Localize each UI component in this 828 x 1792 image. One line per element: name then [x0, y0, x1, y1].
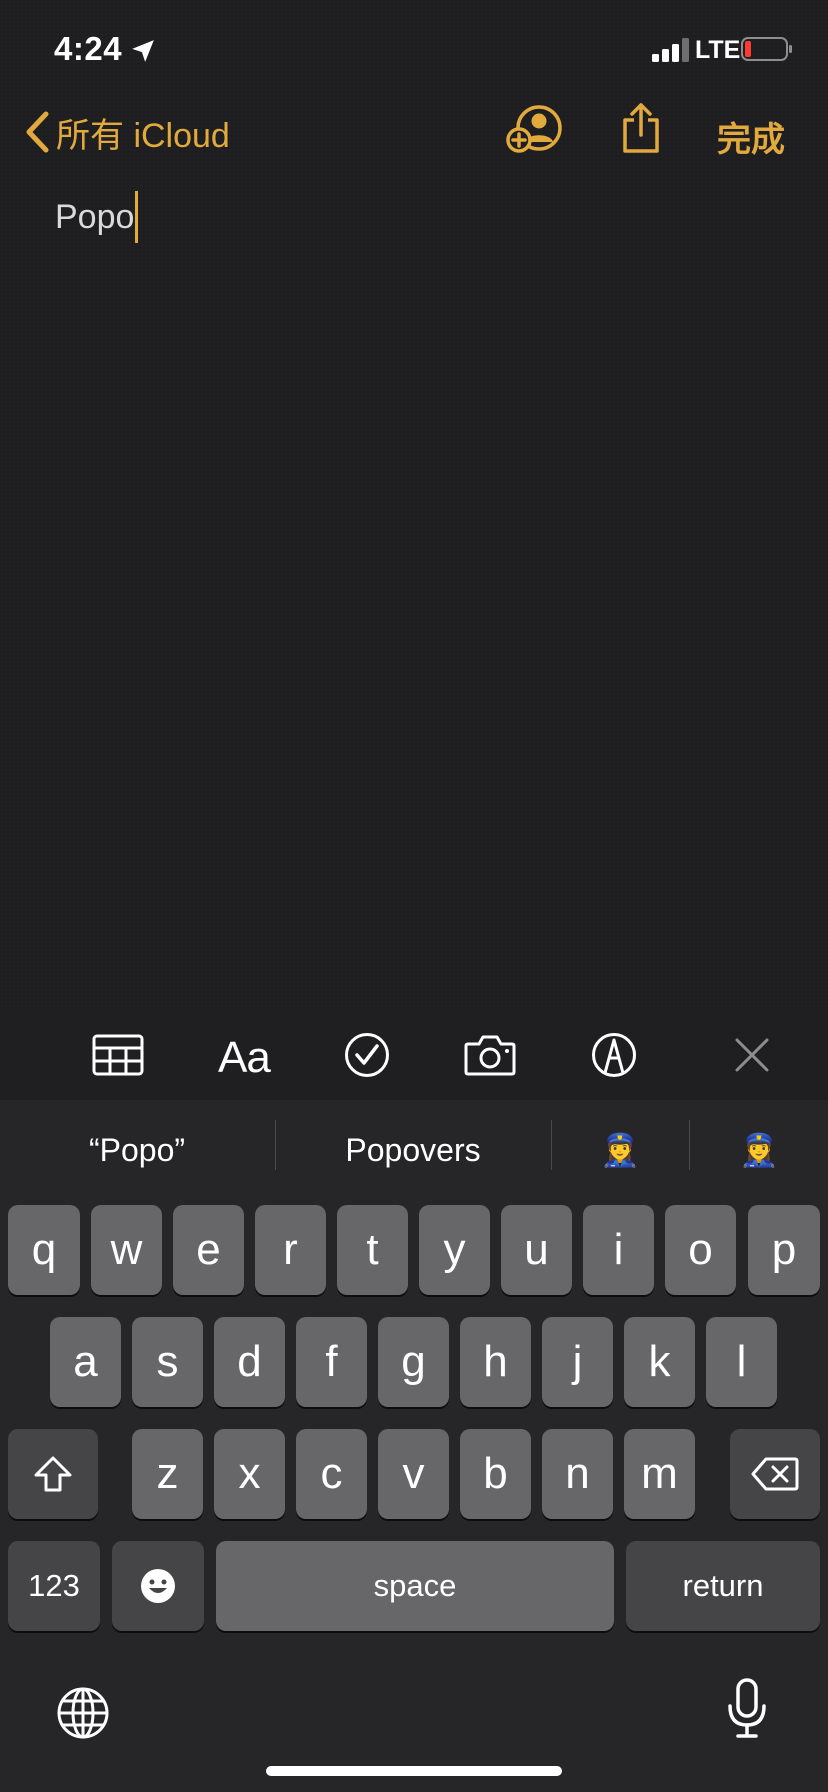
key-h[interactable]: h	[460, 1317, 531, 1407]
back-label: 所有 iCloud	[56, 116, 230, 155]
note-text: Popo	[55, 197, 135, 236]
key-r[interactable]: r	[255, 1205, 326, 1295]
chevron-left-icon	[26, 111, 49, 153]
suggestion-3[interactable]: 👮‍♀️	[552, 1125, 688, 1175]
back-button[interactable]: 所有 iCloud	[24, 108, 230, 156]
key-d[interactable]: d	[214, 1317, 285, 1407]
return-key[interactable]: return	[626, 1541, 820, 1631]
emoji-icon	[141, 1569, 175, 1603]
status-time: 4:24	[54, 30, 123, 67]
home-indicator[interactable]	[266, 1766, 562, 1776]
key-s[interactable]: s	[132, 1317, 203, 1407]
key-x[interactable]: x	[214, 1429, 285, 1519]
key-l[interactable]: l	[706, 1317, 777, 1407]
delete-icon	[751, 1457, 799, 1491]
key-q[interactable]: q	[8, 1205, 80, 1295]
key-p[interactable]: p	[748, 1205, 820, 1295]
globe-icon[interactable]	[56, 1686, 110, 1740]
network-type: LTE	[695, 36, 741, 64]
key-k[interactable]: k	[624, 1317, 695, 1407]
battery-icon	[741, 37, 792, 61]
checklist-icon[interactable]	[344, 1032, 390, 1078]
suggestion-1[interactable]: “Popo”	[0, 1125, 274, 1175]
key-u[interactable]: u	[501, 1205, 572, 1295]
location-arrow-icon	[132, 40, 154, 62]
emoji-key[interactable]	[112, 1541, 204, 1631]
share-icon[interactable]	[620, 102, 662, 154]
suggestion-2[interactable]: Popovers	[276, 1125, 550, 1175]
key-f[interactable]: f	[296, 1317, 367, 1407]
key-w[interactable]: w	[91, 1205, 162, 1295]
text-caret	[135, 191, 139, 243]
done-button[interactable]: 完成	[717, 112, 785, 161]
key-o[interactable]: o	[665, 1205, 736, 1295]
shift-key[interactable]	[8, 1429, 98, 1519]
shift-icon	[34, 1456, 72, 1492]
microphone-icon[interactable]	[726, 1678, 768, 1740]
key-g[interactable]: g	[378, 1317, 449, 1407]
add-person-icon[interactable]	[506, 104, 564, 156]
key-c[interactable]: c	[296, 1429, 367, 1519]
format-button[interactable]: Aa	[218, 1033, 271, 1083]
camera-icon[interactable]	[464, 1034, 516, 1076]
key-i[interactable]: i	[583, 1205, 654, 1295]
key-y[interactable]: y	[419, 1205, 490, 1295]
markup-icon[interactable]	[591, 1032, 637, 1078]
table-icon[interactable]	[92, 1034, 144, 1076]
delete-key[interactable]	[730, 1429, 820, 1519]
key-b[interactable]: b	[460, 1429, 531, 1519]
key-t[interactable]: t	[337, 1205, 408, 1295]
key-m[interactable]: m	[624, 1429, 695, 1519]
space-key[interactable]: space	[216, 1541, 614, 1631]
note-body[interactable]: Popo	[55, 191, 139, 245]
key-n[interactable]: n	[542, 1429, 613, 1519]
key-a[interactable]: a	[50, 1317, 121, 1407]
key-z[interactable]: z	[132, 1429, 203, 1519]
close-icon[interactable]	[734, 1037, 770, 1073]
key-j[interactable]: j	[542, 1317, 613, 1407]
key-e[interactable]: e	[173, 1205, 244, 1295]
suggestion-4[interactable]: 👮‍♀️	[690, 1125, 828, 1175]
signal-icon	[652, 38, 689, 62]
key-v[interactable]: v	[378, 1429, 449, 1519]
numbers-key[interactable]: 123	[8, 1541, 100, 1631]
